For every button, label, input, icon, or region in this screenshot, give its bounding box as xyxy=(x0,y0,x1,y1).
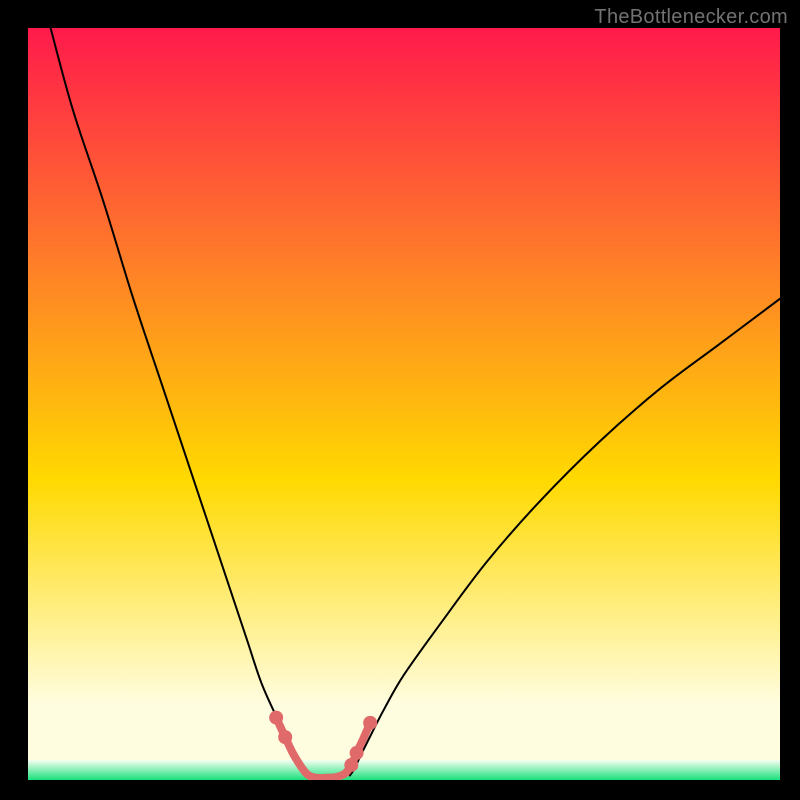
valley-dot xyxy=(278,730,292,744)
valley-dot xyxy=(269,711,283,725)
valley-dot xyxy=(344,758,358,772)
green-strip xyxy=(28,760,780,780)
plot-area xyxy=(28,28,780,780)
valley-dot xyxy=(350,746,364,760)
chart-frame: TheBottlenecker.com xyxy=(0,0,800,800)
valley-dot xyxy=(363,716,377,730)
gradient-background xyxy=(28,28,780,780)
chart-svg xyxy=(28,28,780,780)
watermark: TheBottlenecker.com xyxy=(594,6,788,29)
